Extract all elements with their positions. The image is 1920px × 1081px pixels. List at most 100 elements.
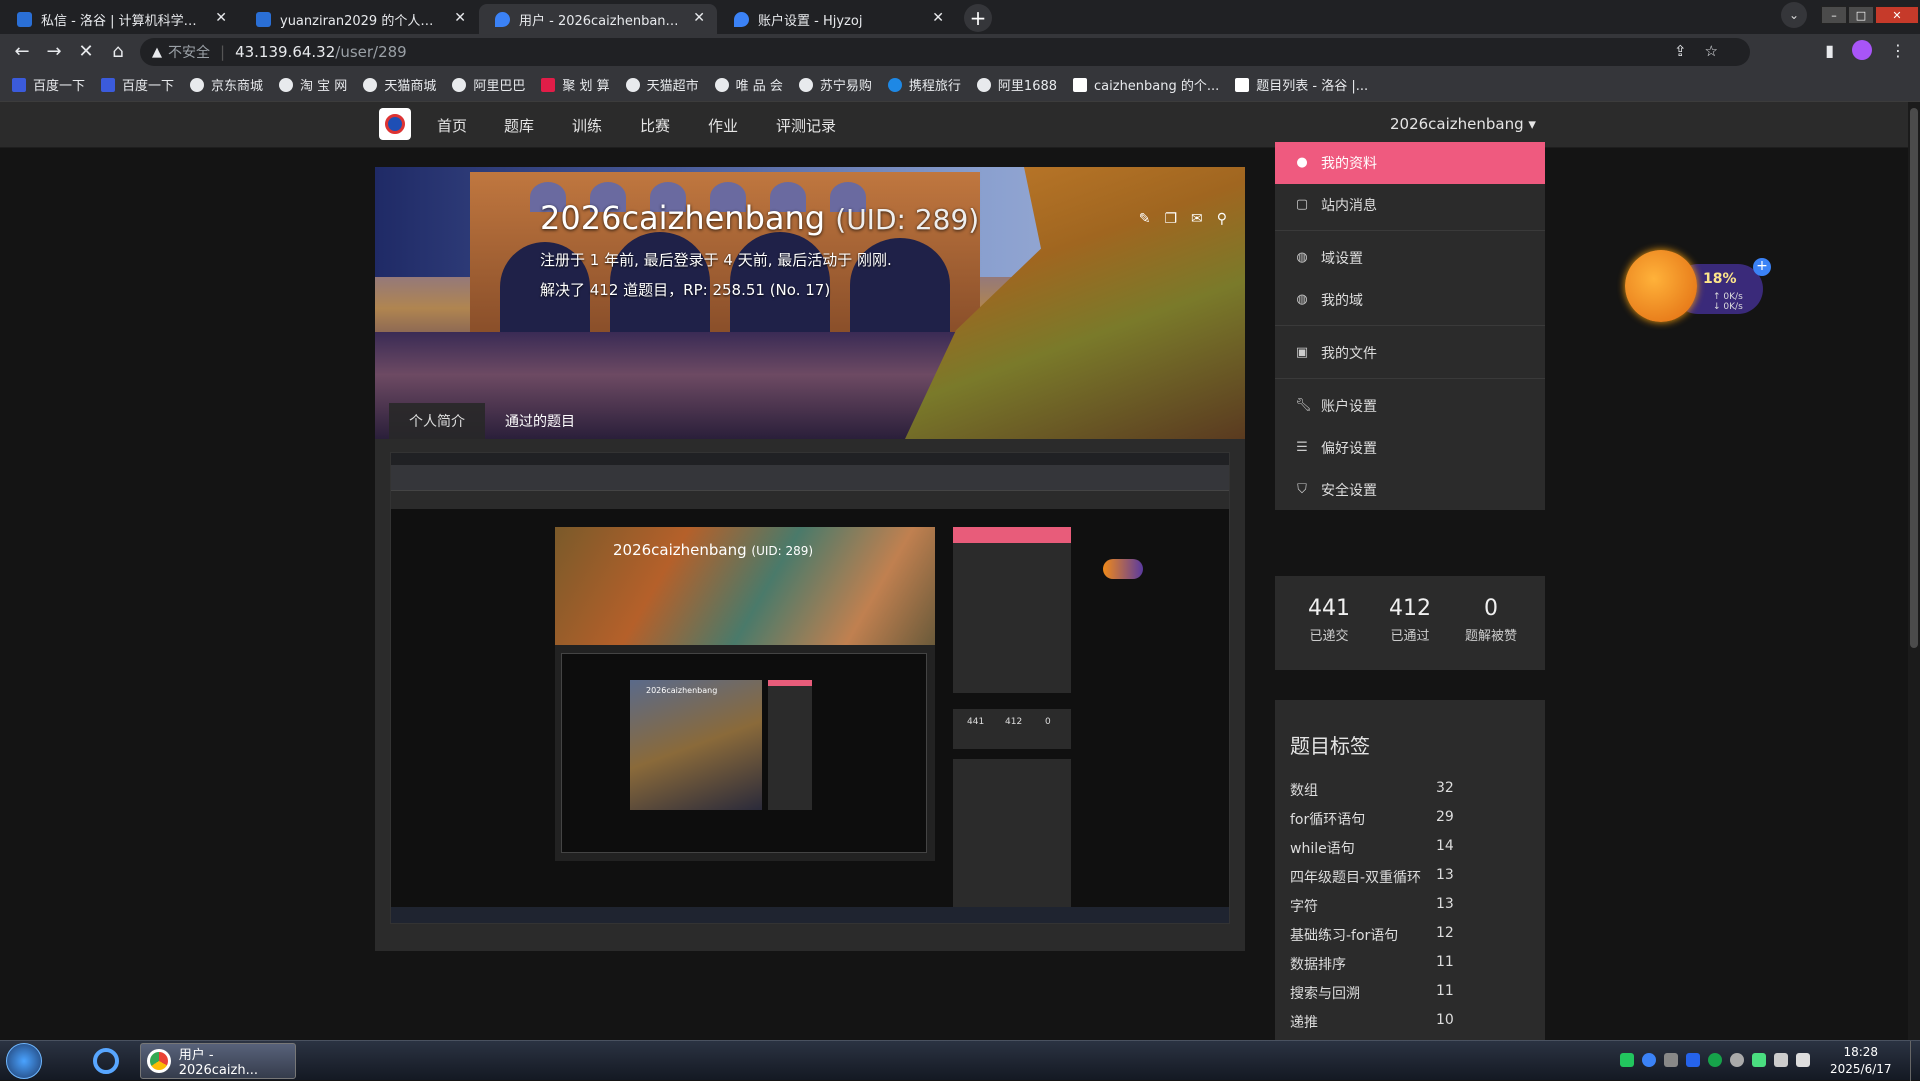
maximize-button[interactable]: □: [1848, 6, 1874, 24]
site-logo[interactable]: [379, 108, 411, 140]
sidebar-item-domain-settings[interactable]: ◍ 域设置: [1275, 237, 1545, 279]
tag-row[interactable]: for循环语句 29: [1290, 809, 1530, 833]
nested-banner: 2026caizhenbang (UID: 289): [555, 527, 935, 645]
chat-icon[interactable]: ❐: [1164, 211, 1177, 227]
stat-accepted: 412 已通过: [1389, 596, 1431, 644]
sidebar-item-messages[interactable]: ▢ 站内消息: [1275, 184, 1545, 226]
nested-sidebar: [953, 527, 1071, 693]
user-menu[interactable]: 2026caizhenbang ▾: [1390, 115, 1536, 133]
forward-icon[interactable]: →: [38, 41, 70, 62]
close-tab-icon[interactable]: ✕: [215, 10, 227, 26]
side-panel-icon[interactable]: ▮: [1825, 41, 1834, 60]
bookmark-item[interactable]: 阿里1688: [976, 75, 1057, 94]
tab-search-icon[interactable]: ⌄: [1781, 2, 1807, 28]
page-scrollbar[interactable]: [1908, 102, 1920, 1040]
tag-row[interactable]: 数组 32: [1290, 780, 1530, 804]
help-icon[interactable]: [1642, 1053, 1656, 1067]
signal-icon[interactable]: [1796, 1053, 1810, 1067]
bookmark-item[interactable]: 苏宁易购: [798, 75, 872, 94]
sidebar-item-my-profile[interactable]: ● 我的资料: [1275, 142, 1545, 184]
globe-icon: [363, 77, 378, 92]
show-desktop-button[interactable]: [1910, 1041, 1920, 1081]
tab-solved-problems[interactable]: 通过的题目: [485, 403, 595, 439]
sidebar-item-preferences[interactable]: ☰ 偏好设置: [1275, 427, 1545, 469]
start-button[interactable]: [6, 1043, 42, 1079]
browser-tab-active[interactable]: 用户 - 2026caizhenbang - Hjyz✕: [479, 4, 717, 34]
minimize-button[interactable]: –: [1821, 6, 1847, 24]
sliders-icon: ☰: [1296, 440, 1308, 455]
bookmark-item[interactable]: 聚 划 算: [541, 75, 610, 94]
stop-loading-icon[interactable]: ✕: [70, 41, 102, 62]
bookmark-item[interactable]: 天猫商城: [363, 75, 436, 94]
browser-tab[interactable]: 私信 - 洛谷 | 计算机科学教育新生✕: [1, 4, 239, 34]
divider: [1275, 325, 1545, 326]
sidebar-item-my-files[interactable]: ▣ 我的文件: [1275, 332, 1545, 374]
chrome-icon: [147, 1049, 171, 1073]
tag-row[interactable]: 基础练习-for语句 12: [1290, 925, 1530, 949]
tag-row[interactable]: 递推 10: [1290, 1012, 1530, 1036]
plus-icon[interactable]: +: [1753, 258, 1771, 276]
stats-panel: 441 已递交 412 已通过 0 题解被赞: [1275, 576, 1545, 670]
address-bar[interactable]: ▲ 不安全 | 43.139.64.32/user/289 ⇪☆: [140, 38, 1750, 66]
tag-row[interactable]: 数据排序 11: [1290, 954, 1530, 978]
tray-arrow-icon[interactable]: [1664, 1053, 1678, 1067]
browser-tab[interactable]: yuanziran2029 的个人中心 - 洛✕: [240, 4, 478, 34]
bluetooth-icon[interactable]: [1686, 1053, 1700, 1067]
bookmark-item[interactable]: 携程旅行: [887, 75, 961, 94]
nav-training[interactable]: 训练: [572, 115, 602, 136]
sidebar-item-my-domains[interactable]: ◍ 我的域: [1275, 279, 1545, 321]
close-tab-icon[interactable]: ✕: [454, 10, 466, 26]
close-tab-icon[interactable]: ✕: [693, 10, 705, 26]
tray-app-icon[interactable]: [1730, 1053, 1744, 1067]
baidu-icon: [101, 77, 116, 92]
bookmark-item[interactable]: caizhenbang 的个...: [1073, 75, 1219, 94]
globe-icon: [976, 77, 991, 92]
nav-records[interactable]: 评测记录: [776, 115, 836, 136]
bookmark-item[interactable]: 唯 品 会: [714, 75, 783, 94]
bookmark-item[interactable]: 百度一下: [101, 75, 174, 94]
mail-icon[interactable]: ✉: [1191, 211, 1203, 227]
close-tab-icon[interactable]: ✕: [932, 10, 944, 26]
tray-app-icon[interactable]: [1620, 1053, 1634, 1067]
tag-row[interactable]: while语句 14: [1290, 838, 1530, 862]
back-icon[interactable]: ←: [6, 41, 38, 62]
nav-problems[interactable]: 题库: [504, 115, 534, 136]
new-tab-button[interactable]: +: [964, 4, 992, 32]
tag-row[interactable]: 字符 13: [1290, 896, 1530, 920]
edit-icon[interactable]: ✎: [1139, 211, 1151, 227]
qq-browser-taskbar-icon[interactable]: [88, 1043, 124, 1079]
tag-row[interactable]: 搜索与回溯 11: [1290, 983, 1530, 1007]
sidebar-item-security[interactable]: ⛉ 安全设置: [1275, 469, 1545, 511]
profile-activity: 注册于 1 年前, 最后登录于 4 天前, 最后活动于 刚刚.: [540, 251, 892, 269]
bookmark-item[interactable]: 百度一下: [12, 75, 85, 94]
tag-row[interactable]: 四年级题目-双重循环 13: [1290, 867, 1530, 891]
chrome-taskbar-button[interactable]: 用户 - 2026caizh...: [140, 1043, 296, 1079]
bookmark-item[interactable]: 淘 宝 网: [279, 75, 347, 94]
system-tray: [1620, 1053, 1810, 1067]
network-speed-widget[interactable]: 18% ↑ 0K/s ↓ 0K/s +: [1625, 250, 1771, 322]
browser-tab[interactable]: 账户设置 - Hjyzoj ✕: [718, 4, 956, 34]
bookmark-item[interactable]: 阿里巴巴: [452, 75, 525, 94]
caret-down-icon: ▾: [1528, 115, 1536, 133]
tab-bio[interactable]: 个人简介: [389, 403, 485, 439]
home-icon[interactable]: ⌂: [102, 41, 134, 62]
bookmark-item[interactable]: 题目列表 - 洛谷 |...: [1235, 75, 1368, 94]
share-star-icons[interactable]: ⇪☆: [1674, 42, 1736, 60]
hydro-favicon-icon: [734, 12, 749, 27]
bookmark-item[interactable]: 京东商城: [190, 75, 263, 94]
network-icon[interactable]: [1752, 1053, 1766, 1067]
nav-home[interactable]: 首页: [437, 115, 467, 136]
tray-app-icon[interactable]: [1708, 1053, 1722, 1067]
profile-avatar[interactable]: [1852, 40, 1872, 60]
link-icon[interactable]: ⚲: [1217, 211, 1227, 227]
close-window-button[interactable]: ✕: [1875, 6, 1919, 24]
nav-contests[interactable]: 比赛: [640, 115, 670, 136]
nav-homework[interactable]: 作业: [708, 115, 738, 136]
logo-emblem-icon: [385, 114, 405, 134]
menu-icon[interactable]: ⋮: [1890, 41, 1906, 60]
bookmark-item[interactable]: 天猫超市: [625, 75, 699, 94]
sidebar-item-account-settings[interactable]: 🔧︎ 账户设置: [1275, 385, 1545, 427]
globe-icon: ◍: [1296, 292, 1308, 307]
clock[interactable]: 18:28 2025/6/17: [1830, 1044, 1892, 1078]
volume-icon[interactable]: [1774, 1053, 1788, 1067]
